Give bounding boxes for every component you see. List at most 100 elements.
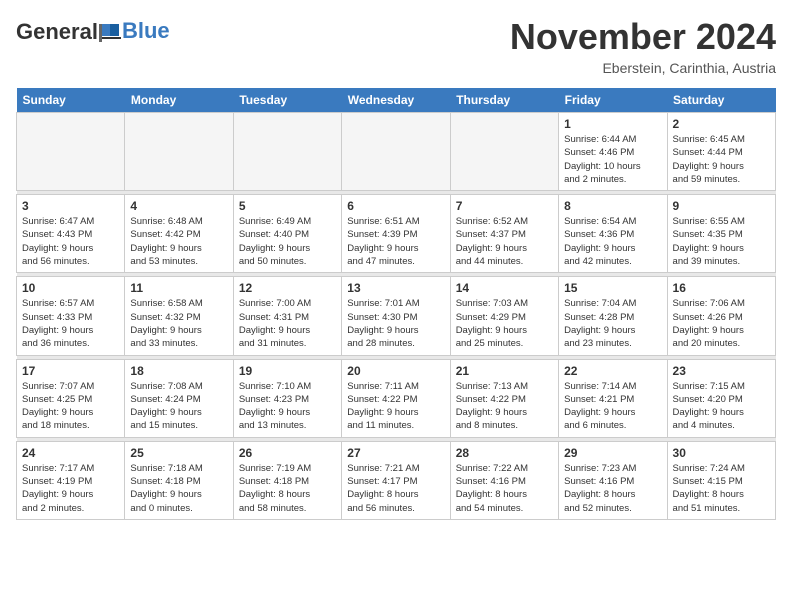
calendar-cell: 7 Sunrise: 6:52 AM Sunset: 4:37 PM Daylig…: [450, 195, 558, 273]
calendar-header-row: Sunday Monday Tuesday Wednesday Thursday…: [17, 88, 776, 113]
day-number: 23: [673, 364, 770, 378]
day-info: Sunrise: 7:07 AM Sunset: 4:25 PM Dayligh…: [22, 380, 119, 433]
day-info: Sunrise: 6:49 AM Sunset: 4:40 PM Dayligh…: [239, 215, 336, 268]
calendar-cell: [233, 113, 341, 191]
calendar-cell: 25 Sunrise: 7:18 AM Sunset: 4:18 PM Dayli…: [125, 441, 233, 519]
calendar-week-3: 10Sunrise: 6:57 AM Sunset: 4:33 PM Dayli…: [17, 277, 776, 355]
calendar-cell: 3 Sunrise: 6:47 AM Sunset: 4:43 PM Daylig…: [17, 195, 125, 273]
day-number: 13: [347, 281, 444, 295]
day-info: Sunrise: 7:10 AM Sunset: 4:23 PM Dayligh…: [239, 380, 336, 433]
day-info: Sunrise: 7:04 AM Sunset: 4:28 PM Dayligh…: [564, 297, 661, 350]
calendar-cell: 2 Sunrise: 6:45 AM Sunset: 4:44 PM Daylig…: [667, 113, 775, 191]
calendar-week-1: 1 Sunrise: 6:44 AM Sunset: 4:46 PM Daylig…: [17, 113, 776, 191]
day-info: Sunrise: 7:01 AM Sunset: 4:30 PM Dayligh…: [347, 297, 444, 350]
day-number: 11: [130, 281, 227, 295]
day-number: 2: [673, 117, 770, 131]
day-number: 29: [564, 446, 661, 460]
calendar-cell: [125, 113, 233, 191]
day-number: 9: [673, 199, 770, 213]
th-thursday: Thursday: [450, 88, 558, 113]
day-info: Sunrise: 6:52 AM Sunset: 4:37 PM Dayligh…: [456, 215, 553, 268]
calendar-week-4: 17 Sunrise: 7:07 AM Sunset: 4:25 PM Dayli…: [17, 359, 776, 437]
day-number: 6: [347, 199, 444, 213]
calendar-cell: 13 Sunrise: 7:01 AM Sunset: 4:30 PM Dayli…: [342, 277, 450, 355]
calendar-cell: 12 Sunrise: 7:00 AM Sunset: 4:31 PM Dayli…: [233, 277, 341, 355]
logo-text: General Blue: [16, 20, 170, 44]
day-info: Sunrise: 7:19 AM Sunset: 4:18 PM Dayligh…: [239, 462, 336, 515]
day-number: 1: [564, 117, 661, 131]
calendar-table: Sunday Monday Tuesday Wednesday Thursday…: [16, 88, 776, 520]
day-info: Sunrise: 7:06 AM Sunset: 4:26 PM Dayligh…: [673, 297, 770, 350]
logo-general: General: [16, 19, 98, 44]
month-title: November 2024: [510, 16, 776, 58]
th-wednesday: Wednesday: [342, 88, 450, 113]
calendar-cell: 16 Sunrise: 7:06 AM Sunset: 4:26 PM Dayli…: [667, 277, 775, 355]
calendar-cell: 15 Sunrise: 7:04 AM Sunset: 4:28 PM Dayli…: [559, 277, 667, 355]
day-info: Sunrise: 7:17 AM Sunset: 4:19 PM Dayligh…: [22, 462, 119, 515]
day-info: Sunrise: 7:08 AM Sunset: 4:24 PM Dayligh…: [130, 380, 227, 433]
calendar-cell: 27Sunrise: 7:21 AM Sunset: 4:17 PM Dayli…: [342, 441, 450, 519]
calendar-cell: [342, 113, 450, 191]
calendar-cell: 22 Sunrise: 7:14 AM Sunset: 4:21 PM Dayli…: [559, 359, 667, 437]
day-info: Sunrise: 6:58 AM Sunset: 4:32 PM Dayligh…: [130, 297, 227, 350]
day-number: 30: [673, 446, 770, 460]
day-info: Sunrise: 7:00 AM Sunset: 4:31 PM Dayligh…: [239, 297, 336, 350]
day-number: 21: [456, 364, 553, 378]
day-info: Sunrise: 6:57 AM Sunset: 4:33 PM Dayligh…: [22, 297, 119, 350]
calendar-cell: 17 Sunrise: 7:07 AM Sunset: 4:25 PM Dayli…: [17, 359, 125, 437]
th-tuesday: Tuesday: [233, 88, 341, 113]
calendar-cell: 20 Sunrise: 7:11 AM Sunset: 4:22 PM Dayli…: [342, 359, 450, 437]
day-number: 12: [239, 281, 336, 295]
calendar-cell: 21 Sunrise: 7:13 AM Sunset: 4:22 PM Dayli…: [450, 359, 558, 437]
calendar-cell: 9 Sunrise: 6:55 AM Sunset: 4:35 PM Daylig…: [667, 195, 775, 273]
calendar-cell: 26 Sunrise: 7:19 AM Sunset: 4:18 PM Dayli…: [233, 441, 341, 519]
calendar-cell: 18 Sunrise: 7:08 AM Sunset: 4:24 PM Dayli…: [125, 359, 233, 437]
calendar-cell: 30Sunrise: 7:24 AM Sunset: 4:15 PM Dayli…: [667, 441, 775, 519]
day-info: Sunrise: 6:47 AM Sunset: 4:43 PM Dayligh…: [22, 215, 119, 268]
day-number: 4: [130, 199, 227, 213]
day-number: 26: [239, 446, 336, 460]
day-number: 24: [22, 446, 119, 460]
day-info: Sunrise: 7:21 AM Sunset: 4:17 PM Dayligh…: [347, 462, 444, 515]
page-container: General Blue November 2024 Eberstein, Ca…: [0, 0, 792, 528]
calendar-cell: 19Sunrise: 7:10 AM Sunset: 4:23 PM Dayli…: [233, 359, 341, 437]
day-number: 18: [130, 364, 227, 378]
calendar-cell: 8Sunrise: 6:54 AM Sunset: 4:36 PM Daylig…: [559, 195, 667, 273]
day-number: 3: [22, 199, 119, 213]
day-info: Sunrise: 6:45 AM Sunset: 4:44 PM Dayligh…: [673, 133, 770, 186]
day-number: 8: [564, 199, 661, 213]
logo-blue: Blue: [122, 18, 170, 44]
calendar-cell: [17, 113, 125, 191]
location-subtitle: Eberstein, Carinthia, Austria: [510, 60, 776, 76]
calendar-cell: [450, 113, 558, 191]
calendar-cell: 1 Sunrise: 6:44 AM Sunset: 4:46 PM Daylig…: [559, 113, 667, 191]
day-info: Sunrise: 6:51 AM Sunset: 4:39 PM Dayligh…: [347, 215, 444, 268]
day-info: Sunrise: 7:03 AM Sunset: 4:29 PM Dayligh…: [456, 297, 553, 350]
day-info: Sunrise: 7:11 AM Sunset: 4:22 PM Dayligh…: [347, 380, 444, 433]
day-number: 20: [347, 364, 444, 378]
th-friday: Friday: [559, 88, 667, 113]
day-number: 25: [130, 446, 227, 460]
day-info: Sunrise: 6:44 AM Sunset: 4:46 PM Dayligh…: [564, 133, 661, 186]
day-number: 15: [564, 281, 661, 295]
day-info: Sunrise: 7:15 AM Sunset: 4:20 PM Dayligh…: [673, 380, 770, 433]
th-sunday: Sunday: [17, 88, 125, 113]
day-number: 16: [673, 281, 770, 295]
day-number: 22: [564, 364, 661, 378]
th-saturday: Saturday: [667, 88, 775, 113]
day-info: Sunrise: 7:13 AM Sunset: 4:22 PM Dayligh…: [456, 380, 553, 433]
day-number: 7: [456, 199, 553, 213]
day-number: 5: [239, 199, 336, 213]
calendar-cell: 28Sunrise: 7:22 AM Sunset: 4:16 PM Dayli…: [450, 441, 558, 519]
calendar-week-5: 24 Sunrise: 7:17 AM Sunset: 4:19 PM Dayli…: [17, 441, 776, 519]
day-number: 17: [22, 364, 119, 378]
day-info: Sunrise: 7:18 AM Sunset: 4:18 PM Dayligh…: [130, 462, 227, 515]
day-info: Sunrise: 7:23 AM Sunset: 4:16 PM Dayligh…: [564, 462, 661, 515]
th-monday: Monday: [125, 88, 233, 113]
calendar-cell: 5 Sunrise: 6:49 AM Sunset: 4:40 PM Daylig…: [233, 195, 341, 273]
day-info: Sunrise: 6:55 AM Sunset: 4:35 PM Dayligh…: [673, 215, 770, 268]
day-info: Sunrise: 7:14 AM Sunset: 4:21 PM Dayligh…: [564, 380, 661, 433]
calendar-cell: 23 Sunrise: 7:15 AM Sunset: 4:20 PM Dayli…: [667, 359, 775, 437]
title-area: November 2024 Eberstein, Carinthia, Aust…: [510, 16, 776, 76]
calendar-week-2: 3 Sunrise: 6:47 AM Sunset: 4:43 PM Daylig…: [17, 195, 776, 273]
